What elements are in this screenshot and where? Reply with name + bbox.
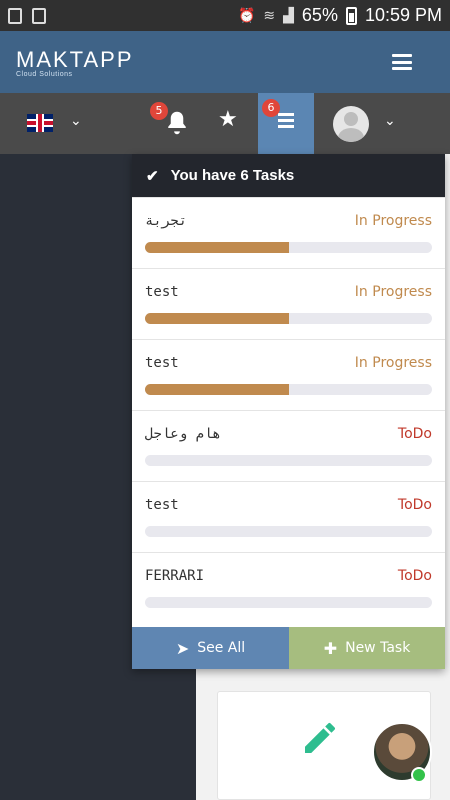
task-progress-bar	[145, 597, 432, 608]
uk-flag-icon[interactable]	[27, 114, 53, 132]
tasks-dropdown-header: ✔ You have 6 Tasks	[132, 154, 445, 197]
task-status: In Progress	[354, 284, 432, 300]
task-progress-bar	[145, 313, 432, 324]
task-item[interactable]: FERRARI ToDo	[132, 552, 445, 623]
top-toolbar: ⌄ 5 ★ 6 ⌄	[0, 93, 450, 154]
task-item[interactable]: تجربة In Progress	[132, 197, 445, 268]
pencil-edit-icon[interactable]	[300, 718, 340, 758]
task-progress-bar	[145, 384, 432, 395]
app-logo[interactable]: MAKTAPP Cloud Solutions	[16, 47, 134, 78]
see-all-button[interactable]: ➤ See All	[132, 627, 289, 669]
task-status: In Progress	[354, 213, 432, 229]
battery-icon	[345, 6, 357, 25]
tasks-dropdown: ✔ You have 6 Tasks تجربة In Progress tes…	[132, 154, 445, 669]
tasks-list-icon	[278, 113, 294, 128]
task-status: ToDo	[397, 426, 432, 442]
task-item[interactable]: test In Progress	[132, 268, 445, 339]
task-progress-bar	[145, 242, 432, 253]
task-item[interactable]: test ToDo	[132, 481, 445, 552]
app-header: MAKTAPP Cloud Solutions	[0, 31, 450, 93]
user-menu-chevron-down-icon[interactable]: ⌄	[384, 113, 396, 129]
gallery-icon	[8, 7, 22, 24]
alarm-icon: ⏰	[237, 7, 256, 23]
task-progress-bar	[145, 526, 432, 537]
paper-plane-icon: ➤	[175, 638, 190, 658]
task-title: test	[145, 284, 179, 300]
new-task-button[interactable]: ✚ New Task	[289, 627, 445, 669]
status-bar: ⏰ ≋ ▟ 65% 10:59 PM	[0, 0, 450, 31]
tasks-dropdown-footer: ➤ See All ✚ New Task	[132, 627, 445, 669]
task-status: ToDo	[397, 568, 432, 584]
tasks-button[interactable]: 6	[258, 93, 314, 154]
task-status: In Progress	[354, 355, 432, 371]
plus-icon: ✚	[323, 638, 338, 658]
check-icon: ✔	[146, 167, 159, 185]
wifi-icon: ≋	[263, 7, 276, 23]
online-status-dot	[411, 767, 427, 783]
battery-percent: 65%	[301, 5, 338, 25]
task-progress-bar	[145, 455, 432, 466]
task-item[interactable]: test In Progress	[132, 339, 445, 410]
task-status: ToDo	[397, 497, 432, 513]
task-title: هام وعاجل	[145, 426, 221, 442]
tasks-badge: 6	[262, 99, 280, 117]
clock: 10:59 PM	[364, 5, 442, 25]
download-icon	[32, 7, 46, 24]
notifications-badge: 5	[150, 102, 168, 120]
hamburger-menu-icon[interactable]	[392, 54, 412, 70]
task-title: FERRARI	[145, 568, 205, 584]
tasks-count-heading: You have 6 Tasks	[170, 167, 295, 184]
task-item[interactable]: هام وعاجل ToDo	[132, 410, 445, 481]
task-title: test	[145, 497, 179, 513]
signal-icon: ▟	[283, 7, 294, 23]
favorites-star-icon[interactable]: ★	[218, 107, 238, 132]
task-title: test	[145, 355, 179, 371]
user-avatar[interactable]	[333, 106, 369, 142]
task-title: تجربة	[145, 213, 188, 229]
language-chevron-down-icon[interactable]: ⌄	[70, 113, 82, 129]
